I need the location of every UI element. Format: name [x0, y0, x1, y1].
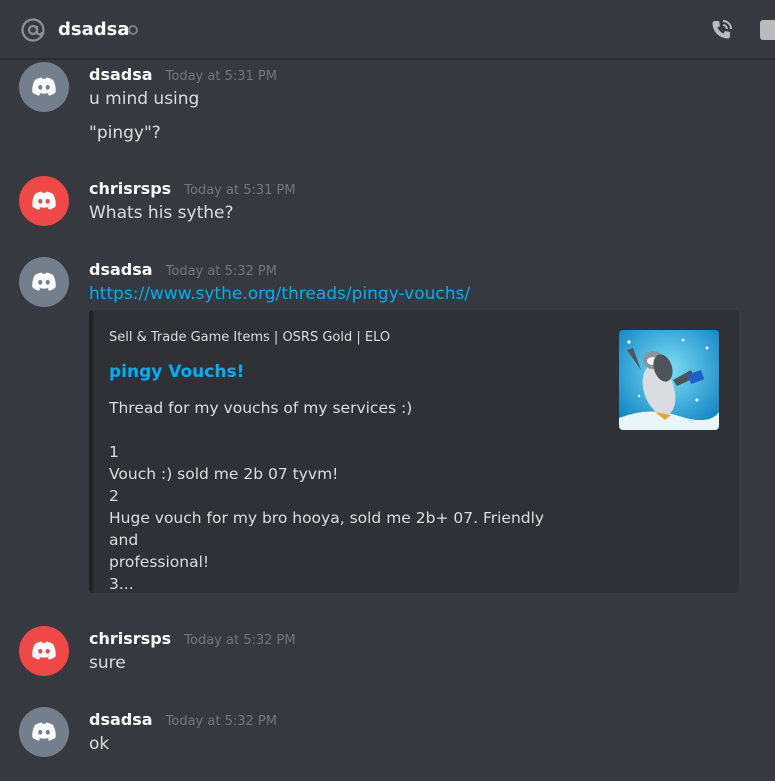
discord-logo-icon [29, 717, 59, 747]
avatar[interactable] [19, 626, 69, 676]
message-text: ok [89, 734, 110, 754]
embed-description-line: professional! [109, 553, 210, 571]
discord-logo-icon [29, 72, 59, 102]
message-timestamp: Today at 5:32 PM [165, 714, 277, 729]
avatar[interactable] [19, 707, 69, 757]
at-icon [21, 18, 45, 42]
embed-description-line [109, 419, 569, 441]
embed-description-line: Thread for my vouchs of my services :) [109, 399, 413, 417]
message-author[interactable]: chrisrsps [89, 179, 171, 198]
message-author[interactable]: dsadsa [89, 260, 153, 279]
link-embed: Sell & Trade Game Items | OSRS Gold | EL… [89, 310, 739, 593]
embed-title[interactable]: pingy Vouchs! [109, 362, 244, 382]
message-text: sure [89, 653, 126, 673]
channel-name: dsadsa [58, 19, 130, 40]
message-author[interactable]: dsadsa [89, 65, 153, 84]
video-icon[interactable] [760, 20, 775, 40]
embed-provider[interactable]: Sell & Trade Game Items | OSRS Gold | EL… [109, 330, 390, 345]
discord-logo-icon [29, 636, 59, 666]
avatar[interactable] [19, 62, 69, 112]
message-text: "pingy"? [89, 123, 161, 143]
message-text: Whats his sythe? [89, 203, 234, 223]
embed-description-line: 3... [109, 575, 134, 593]
channel-header: dsadsa [0, 0, 775, 60]
embed-description-line: Vouch :) sold me 2b 07 tyvm! [109, 465, 339, 483]
message-timestamp: Today at 5:31 PM [184, 183, 296, 198]
discord-logo-icon [29, 186, 59, 216]
penguin-thumbnail-image[interactable] [619, 330, 719, 430]
status-offline-icon [128, 25, 138, 35]
embed-description: Thread for my vouchs of my services :) 1… [109, 397, 569, 595]
message-text: u mind using [89, 89, 200, 109]
embed-description-line: Huge vouch for my bro hooya, sold me 2b+… [109, 509, 545, 549]
message-timestamp: Today at 5:31 PM [165, 69, 277, 84]
discord-logo-icon [29, 267, 59, 297]
message-timestamp: Today at 5:32 PM [184, 633, 296, 648]
avatar[interactable] [19, 257, 69, 307]
message-timestamp: Today at 5:32 PM [165, 264, 277, 279]
message-author[interactable]: dsadsa [89, 710, 153, 729]
embed-description-line: 2 [109, 487, 119, 505]
message-link[interactable]: https://www.sythe.org/threads/pingy-vouc… [89, 282, 470, 306]
message-author[interactable]: chrisrsps [89, 629, 171, 648]
avatar[interactable] [19, 176, 69, 226]
phone-call-icon[interactable] [708, 16, 736, 44]
embed-description-line: 1 [109, 443, 119, 461]
